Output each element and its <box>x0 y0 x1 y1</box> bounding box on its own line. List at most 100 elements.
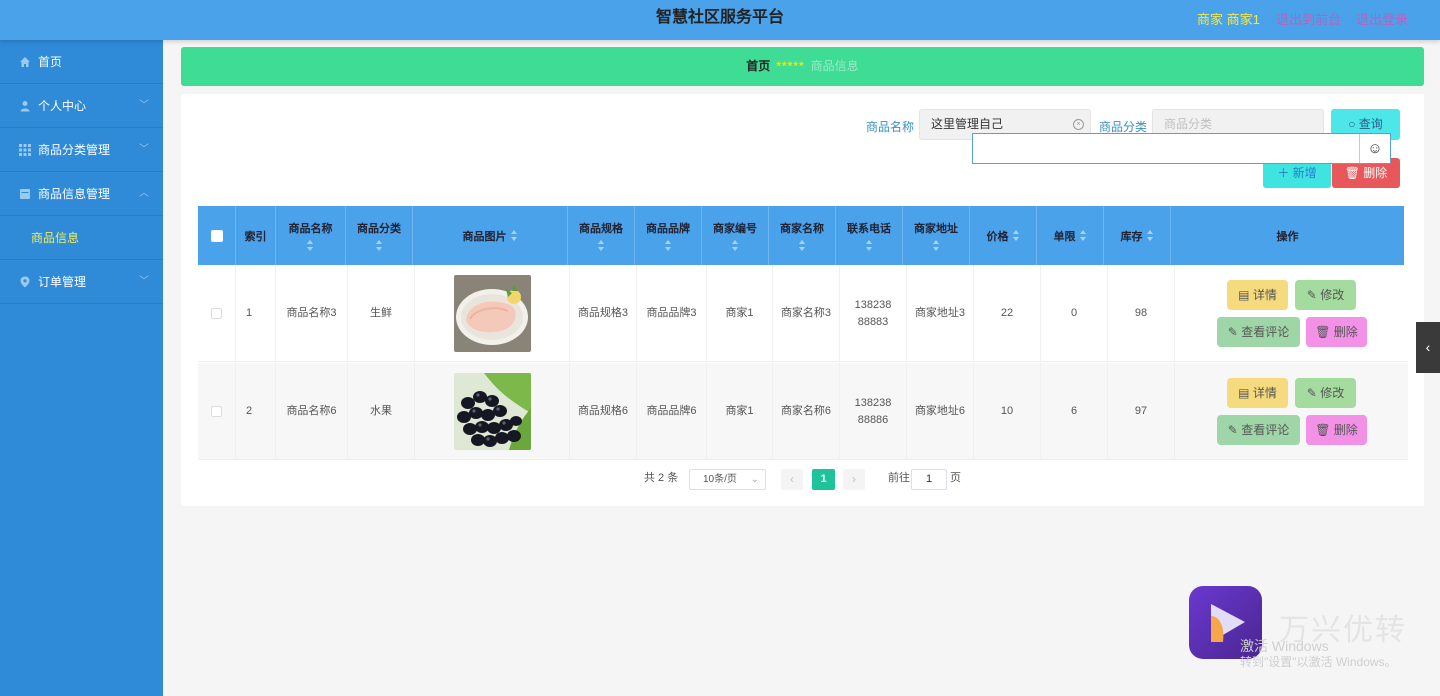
cell-category: 水果 <box>348 363 415 460</box>
sort-icon[interactable] <box>932 240 940 251</box>
sidebar-subitem-product-info[interactable]: 商品信息 <box>0 216 163 260</box>
edit-button[interactable]: ✎ 修改 <box>1295 280 1356 310</box>
header-stock[interactable]: 库存 <box>1104 206 1171 265</box>
sort-icon[interactable] <box>865 240 873 251</box>
box-icon <box>20 189 30 199</box>
header-brand-label: 商品品牌 <box>646 223 690 235</box>
trash-icon: 🗑 <box>1344 166 1360 180</box>
header-price[interactable]: 价格 <box>970 206 1037 265</box>
detail-button[interactable]: ▤ 详情 <box>1227 280 1288 310</box>
select-all-cell[interactable] <box>198 206 236 265</box>
cell-merchant-name: 商家名称6 <box>773 363 840 460</box>
side-panel-toggle[interactable]: ‹ <box>1416 322 1440 373</box>
back-to-front-link[interactable]: 退出到前台 <box>1276 9 1341 28</box>
header-phone[interactable]: 联系电话 <box>836 206 903 265</box>
sort-icon[interactable] <box>1012 230 1020 241</box>
cell-index: 2 <box>236 363 276 460</box>
header-merchant-no-label: 商家编号 <box>713 223 757 235</box>
cell-stock: 98 <box>1108 265 1175 362</box>
header-image-label: 商品图片 <box>462 230 507 243</box>
cell-index: 1 <box>236 265 276 362</box>
sidebar-item-category[interactable]: 商品分类管理 ﹀ <box>0 128 163 172</box>
sidebar-item-home[interactable]: 首页 <box>0 40 163 84</box>
delete-label: 删除 <box>1333 423 1358 437</box>
sort-icon[interactable] <box>1146 230 1154 241</box>
header-actions: 操作 <box>1276 230 1299 243</box>
sidebar-item-label: 订单管理 <box>38 275 87 289</box>
cell-price: 10 <box>974 363 1041 460</box>
detail-button[interactable]: ▤ 详情 <box>1227 378 1288 408</box>
prev-page-button[interactable]: ‹ <box>781 469 803 490</box>
view-comments-button[interactable]: ✎ 查看评论 <box>1217 317 1300 347</box>
detail-label: 详情 <box>1252 386 1277 400</box>
smiley-icon[interactable]: ☺ <box>1359 134 1390 163</box>
view-comments-button[interactable]: ✎ 查看评论 <box>1217 415 1300 445</box>
chevron-down-icon: ﹀ <box>139 144 149 155</box>
header-spec[interactable]: 商品规格 <box>568 206 635 265</box>
page-size-select[interactable]: 10条/页 ⌄ <box>689 469 766 490</box>
row-select-cell[interactable] <box>198 265 236 362</box>
trash-icon: 🗑 <box>1315 325 1331 339</box>
edit-button[interactable]: ✎ 修改 <box>1295 378 1356 408</box>
name-search-label: 商品名称 <box>866 120 915 134</box>
sidebar-item-profile[interactable]: 个人中心 ﹀ <box>0 84 163 128</box>
row-select-cell[interactable] <box>198 363 236 460</box>
edit-label: 修改 <box>1320 386 1345 400</box>
header-address[interactable]: 商家地址 <box>903 206 970 265</box>
sidebar-item-orders[interactable]: 订单管理 ﹀ <box>0 260 163 304</box>
delete-button[interactable]: 🗑 删除 <box>1306 317 1367 347</box>
sort-icon[interactable] <box>597 240 605 251</box>
edit-label: 修改 <box>1320 288 1345 302</box>
sort-icon[interactable] <box>664 240 672 251</box>
row-checkbox[interactable] <box>211 406 222 417</box>
sidebar-item-label: 个人中心 <box>38 99 87 113</box>
table-row: 1 商品名称3 生鲜 商品规格3 商品品牌3 商家1 商家名称3 1382388… <box>198 265 1408 362</box>
emoji-input-popup[interactable]: ☺ <box>972 133 1391 164</box>
header-merchant-no[interactable]: 商家编号 <box>702 206 769 265</box>
cell-phone: 13823888886 <box>840 363 907 460</box>
select-all-checkbox[interactable] <box>210 229 223 242</box>
header-phone-label: 联系电话 <box>847 223 891 235</box>
sort-icon[interactable] <box>307 240 314 251</box>
current-page-button[interactable]: 1 <box>812 469 835 490</box>
header-category[interactable]: 商品分类 <box>346 206 413 265</box>
logout-link[interactable]: 退出登录 <box>1356 9 1408 28</box>
header-merchant-name[interactable]: 商家名称 <box>769 206 836 265</box>
delete-button[interactable]: 🗑 删除 <box>1306 415 1367 445</box>
sort-icon[interactable] <box>798 240 806 251</box>
sort-icon[interactable] <box>1079 230 1087 241</box>
goto-page-input[interactable]: 1 <box>911 469 947 490</box>
product-image-chicken <box>453 275 531 352</box>
header-limit[interactable]: 单限 <box>1037 206 1104 265</box>
table-row: 2 商品名称6 水果 商品规格6 商品品牌6 商家1 商家名称6 1382388… <box>198 363 1408 460</box>
pagination-total: 共 2 条 <box>644 472 679 484</box>
header-index: 索引 <box>236 206 276 265</box>
cell-merchant-no: 商家1 <box>707 265 773 362</box>
header-category-label: 商品分类 <box>357 223 401 235</box>
table-header: 索引 商品名称 商品分类 商品图片 商品规格 商品品牌 商家编号 商家名称 联系… <box>198 206 1404 265</box>
row-checkbox[interactable] <box>211 308 222 319</box>
breadcrumb-current: 商品信息 <box>810 59 859 73</box>
sort-icon[interactable] <box>510 230 518 241</box>
chevron-down-icon: ﹀ <box>139 100 149 111</box>
delete-label: 删除 <box>1333 325 1358 339</box>
document-icon: ▤ <box>1238 386 1250 400</box>
sort-icon[interactable] <box>375 240 383 251</box>
cell-price: 22 <box>974 265 1041 362</box>
sort-icon[interactable] <box>731 240 739 251</box>
cell-actions: ▤ 详情 ✎ 修改 ✎ 查看评论 🗑 删除 <box>1175 265 1408 362</box>
clear-icon[interactable]: × <box>1073 119 1084 130</box>
cell-name: 商品名称6 <box>276 363 348 460</box>
breadcrumb-home[interactable]: 首页 <box>746 59 770 73</box>
sidebar-item-product[interactable]: 商品信息管理 ︿ <box>0 172 163 216</box>
header-brand[interactable]: 商品品牌 <box>635 206 702 265</box>
comment-label: 查看评论 <box>1241 325 1290 339</box>
next-page-button[interactable]: › <box>843 469 865 490</box>
search-icon: ○ <box>1348 117 1356 131</box>
header-name[interactable]: 商品名称 <box>276 206 346 265</box>
query-button-label: 查询 <box>1358 117 1383 131</box>
cell-merchant-name: 商家名称3 <box>773 265 840 362</box>
product-image-grapes <box>453 373 531 450</box>
header-image[interactable]: 商品图片 <box>413 206 568 265</box>
cell-image <box>415 265 570 362</box>
